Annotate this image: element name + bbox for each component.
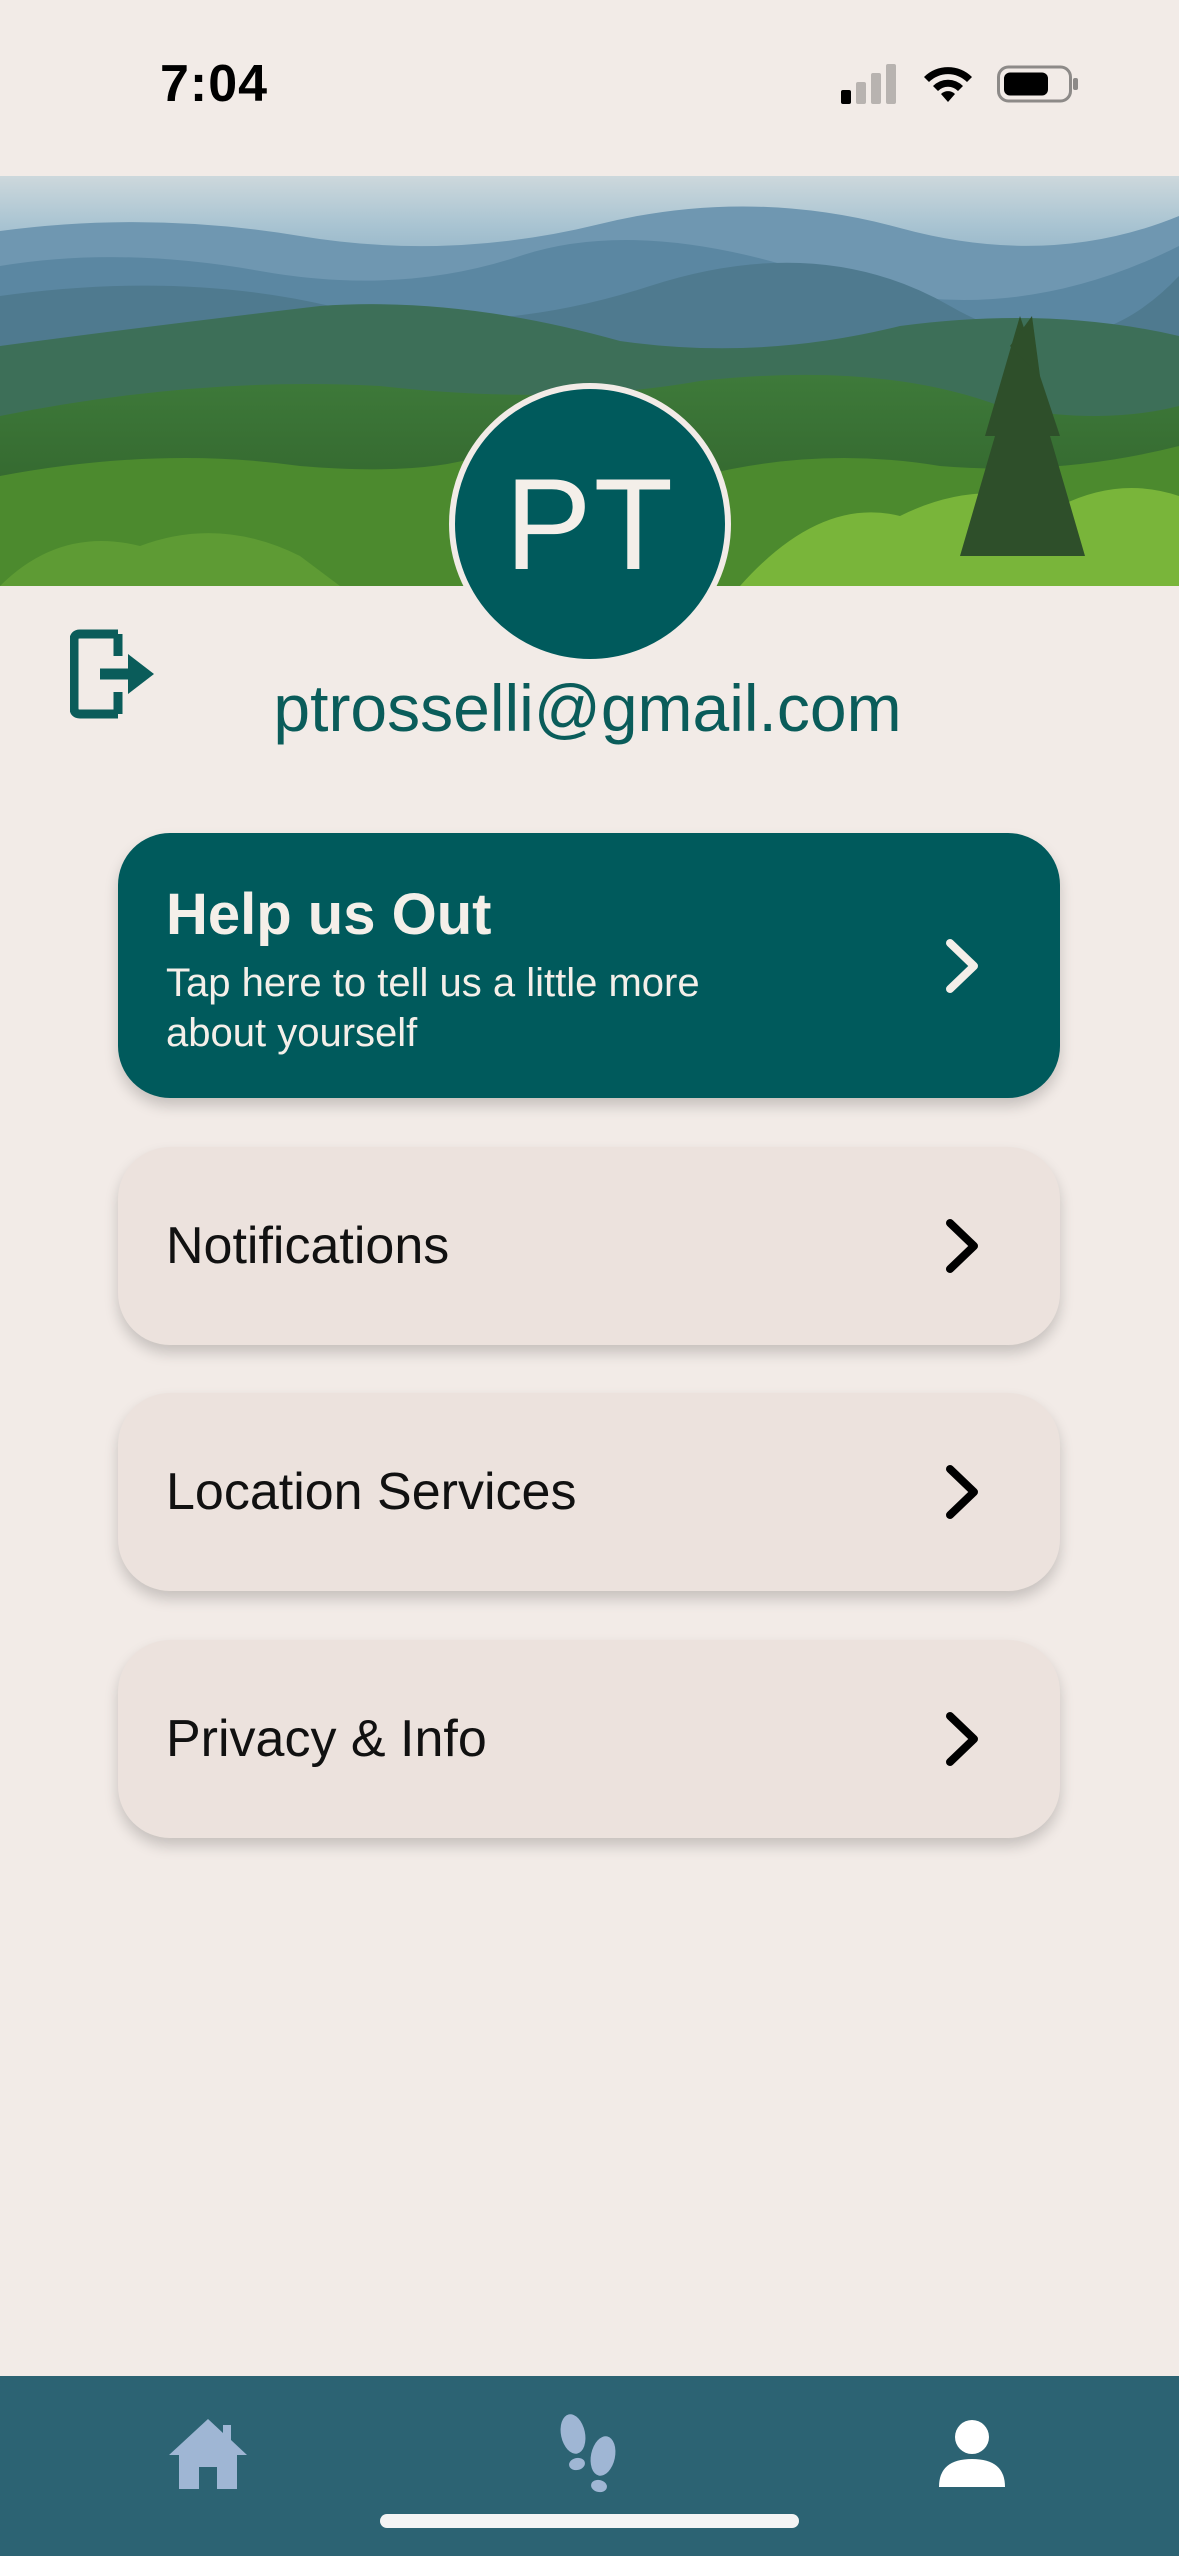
location-services-label: Location Services — [166, 1463, 577, 1521]
chevron-right-icon — [946, 1219, 978, 1273]
notifications-button[interactable]: Notifications — [118, 1147, 1060, 1345]
home-icon — [169, 2419, 247, 2489]
battery-icon — [997, 65, 1078, 103]
avatar[interactable]: PT — [449, 383, 731, 665]
status-bar: 7:04 — [0, 0, 1179, 176]
profile-email: ptrosselli@gmail.com — [0, 670, 1179, 746]
chevron-right-icon — [946, 1465, 978, 1519]
cellular-signal-icon — [841, 64, 896, 104]
help-card-text: Help us Out Tap here to tell us a little… — [166, 881, 786, 1058]
tab-bar — [0, 2376, 1179, 2556]
wifi-icon — [924, 67, 972, 102]
help-card-title: Help us Out — [166, 882, 492, 947]
chevron-right-icon — [946, 1712, 978, 1766]
tab-profile[interactable] — [924, 2406, 1020, 2502]
status-time: 7:04 — [160, 55, 269, 113]
footsteps-icon — [560, 2414, 616, 2493]
tab-home[interactable] — [160, 2406, 256, 2502]
help-card-subtitle: Tap here to tell us a little more about … — [166, 961, 700, 1055]
chevron-right-icon — [946, 938, 978, 993]
help-us-out-card[interactable]: Help us Out Tap here to tell us a little… — [118, 833, 1060, 1098]
status-icons — [841, 64, 1079, 104]
tab-activity[interactable] — [540, 2406, 636, 2502]
privacy-info-label: Privacy & Info — [166, 1710, 487, 1768]
notifications-label: Notifications — [166, 1217, 450, 1275]
home-indicator — [380, 2514, 799, 2528]
person-icon — [939, 2420, 1005, 2487]
location-services-button[interactable]: Location Services — [118, 1393, 1060, 1591]
profile-email-text: ptrosselli@gmail.com — [273, 671, 902, 745]
privacy-info-button[interactable]: Privacy & Info — [118, 1640, 1060, 1838]
